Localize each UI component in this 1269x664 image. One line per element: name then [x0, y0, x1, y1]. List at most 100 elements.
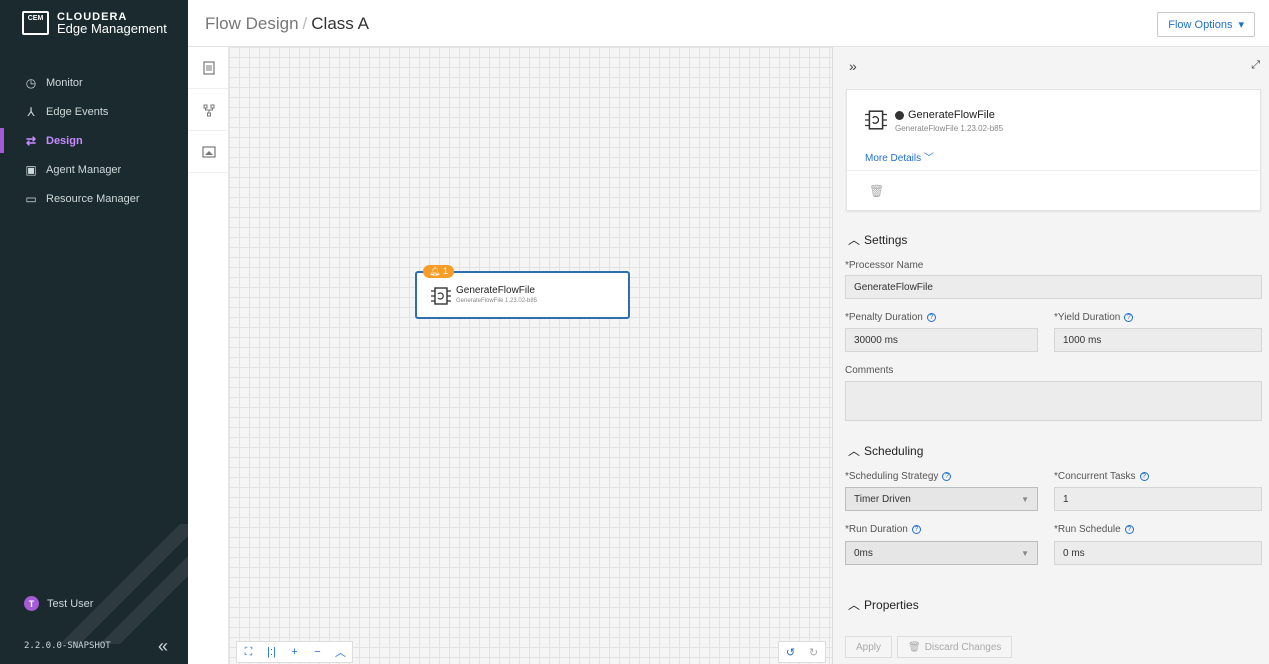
- run-schedule-label: *Run Schedule?: [1054, 524, 1134, 535]
- product-name: Edge Management: [57, 21, 167, 36]
- discard-changes-button[interactable]: 🗑︎ Discard Changes: [897, 636, 1013, 658]
- scheduling-section-toggle[interactable]: ︿ Scheduling: [848, 442, 923, 459]
- penalty-duration-label: *Penalty Duration?: [845, 312, 936, 323]
- caret-down-icon: ▼: [1021, 548, 1029, 558]
- collapse-sidebar-icon[interactable]: «: [158, 636, 168, 657]
- properties-panel: » ⤢ GenerateFlowFile GenerateFlowFile 1.…: [832, 47, 1269, 664]
- add-processor-tool[interactable]: [188, 47, 229, 89]
- help-icon[interactable]: ?: [911, 525, 921, 534]
- caret-down-icon: ▼: [1021, 494, 1029, 504]
- help-icon[interactable]: ?: [942, 472, 952, 481]
- sidebar-item-resource-manager[interactable]: ▭ Resource Manager: [0, 184, 188, 213]
- disabled-status-icon: [895, 110, 904, 120]
- breadcrumb: Flow Design / Class A: [205, 14, 369, 34]
- node-subtitle: GenerateFlowFile 1.23.02-b85: [456, 298, 538, 304]
- app-logo[interactable]: CEM CLOUDERA Edge Management: [22, 11, 167, 35]
- comments-field[interactable]: [845, 381, 1262, 421]
- help-icon[interactable]: ?: [1124, 525, 1134, 534]
- bell-icon: 🔔︎: [429, 266, 441, 276]
- processor-icon: [431, 287, 451, 305]
- add-funnel-tool[interactable]: [188, 89, 229, 131]
- sidebar-item-monitor[interactable]: ◷ Monitor: [0, 68, 188, 97]
- processor-name-field[interactable]: GenerateFlowFile: [845, 275, 1262, 299]
- card-subtitle: GenerateFlowFile 1.23.02-b85: [895, 124, 1004, 133]
- redo-icon[interactable]: ↻: [802, 642, 825, 662]
- image-icon: [201, 145, 216, 158]
- user-menu[interactable]: T Test User: [24, 596, 93, 611]
- sidebar: CEM CLOUDERA Edge Management ◷ Monitor ⅄…: [0, 0, 188, 664]
- divider: [847, 170, 1260, 171]
- flow-canvas[interactable]: 🔔︎ 1 GenerateFlowFile GenerateFlowFile 1…: [229, 47, 832, 664]
- chevron-down-icon: ﹀: [923, 153, 934, 164]
- trash-icon: 🗑︎: [908, 641, 921, 653]
- collapse-panel-icon[interactable]: »: [849, 58, 857, 74]
- settings-section-toggle[interactable]: ︿ Settings: [848, 231, 907, 248]
- apply-button[interactable]: Apply: [845, 636, 893, 658]
- processor-icon: [202, 60, 215, 75]
- processor-card: GenerateFlowFile GenerateFlowFile 1.23.0…: [846, 89, 1261, 211]
- actual-size-icon[interactable]: |:|: [260, 642, 283, 662]
- penalty-duration-field[interactable]: 30000 ms: [845, 328, 1038, 352]
- yield-duration-label: *Yield Duration?: [1054, 312, 1134, 323]
- sidebar-item-label: Design: [46, 134, 83, 147]
- run-duration-select[interactable]: 0ms ▼: [845, 541, 1038, 565]
- bulletin-badge[interactable]: 🔔︎ 1: [423, 265, 454, 278]
- scheduling-strategy-select[interactable]: Timer Driven ▼: [845, 487, 1038, 511]
- sidebar-item-edge-events[interactable]: ⅄ Edge Events: [0, 97, 188, 126]
- bulletin-count: 1: [442, 266, 448, 276]
- more-details-link[interactable]: More Details ﹀: [865, 149, 934, 164]
- sidebar-item-label: Resource Manager: [46, 192, 140, 205]
- panel-footer: Apply 🗑︎ Discard Changes: [833, 627, 1269, 664]
- history-controls: ↺ ↻: [778, 641, 826, 663]
- help-icon[interactable]: ?: [1124, 313, 1134, 322]
- caret-down-icon: ▾: [1238, 19, 1244, 31]
- expand-icon[interactable]: ⤢: [1251, 59, 1260, 72]
- zoom-in-icon[interactable]: +: [283, 642, 306, 662]
- run-duration-label: *Run Duration?: [845, 524, 921, 535]
- sidebar-item-design[interactable]: ⇄ Design: [0, 126, 188, 155]
- fit-screen-icon[interactable]: ⛶: [237, 642, 260, 662]
- yield-duration-field[interactable]: 1000 ms: [1054, 328, 1262, 352]
- processor-name-label: *Processor Name: [845, 260, 924, 271]
- breadcrumb-root[interactable]: Flow Design: [205, 14, 299, 33]
- card-title: GenerateFlowFile: [895, 109, 995, 121]
- flow-icon: ⇄: [25, 133, 37, 148]
- folder-icon: ▭: [25, 191, 37, 206]
- properties-section-toggle[interactable]: ︿ Properties: [848, 596, 919, 613]
- scheduling-strategy-value: Timer Driven: [854, 493, 911, 505]
- help-icon[interactable]: ?: [1139, 472, 1149, 481]
- processor-node[interactable]: 🔔︎ 1 GenerateFlowFile GenerateFlowFile 1…: [415, 265, 630, 319]
- sidebar-nav: ◷ Monitor ⅄ Edge Events ⇄ Design ▣ Agent…: [0, 68, 188, 213]
- canvas-controls: ⛶ |:| + − ︿: [236, 641, 353, 663]
- run-duration-value: 0ms: [854, 547, 873, 559]
- cem-logo-icon: CEM: [22, 11, 49, 35]
- chevron-up-icon[interactable]: ︿: [329, 642, 352, 662]
- gauge-icon: ◷: [25, 75, 37, 90]
- zoom-out-icon[interactable]: −: [306, 642, 329, 662]
- scheduling-strategy-label: *Scheduling Strategy?: [845, 471, 952, 482]
- sidebar-item-agent-manager[interactable]: ▣ Agent Manager: [0, 155, 188, 184]
- component-toolbar: [188, 47, 229, 664]
- avatar: T: [24, 596, 39, 611]
- flow-options-label: Flow Options: [1168, 18, 1233, 31]
- help-icon[interactable]: ?: [926, 313, 936, 322]
- concurrent-tasks-field[interactable]: 1: [1054, 487, 1262, 511]
- person-icon: ⅄: [27, 104, 35, 119]
- run-schedule-field[interactable]: 0 ms: [1054, 541, 1262, 565]
- chevron-up-icon: ︿: [848, 598, 861, 612]
- add-label-tool[interactable]: [188, 131, 229, 173]
- concurrent-tasks-label: *Concurrent Tasks?: [1054, 471, 1149, 482]
- sidebar-item-label: Monitor: [46, 76, 83, 89]
- header: Flow Design / Class A Flow Options ▾: [188, 0, 1269, 47]
- node-title: GenerateFlowFile: [456, 285, 535, 296]
- funnel-icon: [203, 104, 214, 116]
- sidebar-decoration: [60, 524, 188, 644]
- flow-options-button[interactable]: Flow Options ▾: [1157, 12, 1255, 37]
- user-name: Test User: [47, 597, 94, 610]
- chevron-up-icon: ︿: [848, 444, 861, 458]
- sidebar-item-label: Edge Events: [46, 105, 109, 118]
- undo-icon[interactable]: ↺: [779, 642, 802, 662]
- comments-label: Comments: [845, 365, 894, 376]
- delete-icon[interactable]: 🗑︎: [869, 184, 884, 198]
- chevron-up-icon: ︿: [848, 233, 861, 247]
